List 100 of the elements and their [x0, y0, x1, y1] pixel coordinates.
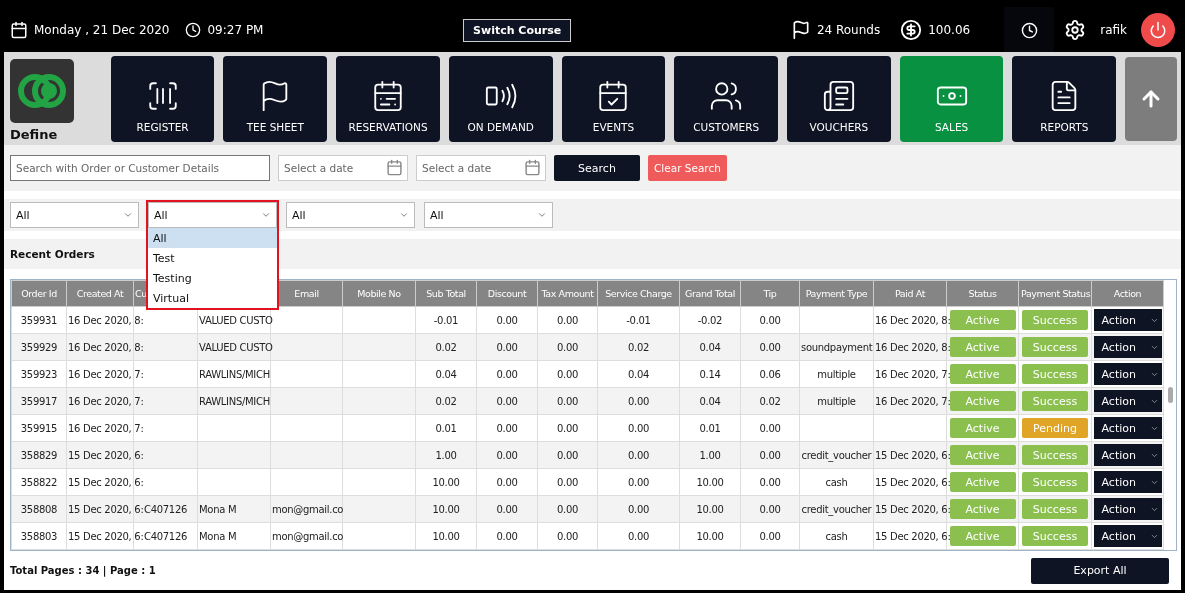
nav-tile[interactable]: TEE SHEET [223, 55, 328, 142]
table-cell: 358803 [20, 530, 58, 542]
table-cell: 0.01 [699, 422, 721, 434]
table-cell: 0.00 [627, 395, 650, 407]
column-header: Discount [476, 280, 538, 307]
status-badge: Active [949, 310, 1016, 330]
table-cell: 0.00 [496, 314, 518, 326]
status-badge: Active [949, 391, 1016, 411]
status-badge: Active [949, 445, 1016, 465]
payment-status-badge: Success [1022, 391, 1088, 411]
table-cell: 0.00 [496, 449, 518, 461]
date-text: Monday , 21 Dec 2020 [34, 23, 170, 37]
status-badge: Active [949, 472, 1016, 492]
power-button[interactable] [1141, 13, 1175, 47]
nav-tile[interactable]: EVENTS [561, 55, 666, 142]
action-dropdown[interactable]: Action [1093, 444, 1162, 466]
date-field[interactable]: Select a date [278, 155, 408, 181]
payment-status-badge: Success [1022, 472, 1088, 492]
table-cell: 1.00 [435, 449, 457, 461]
table-cell: 15 Dec 2020, 6: [875, 476, 951, 488]
status-badge: Active [949, 337, 1016, 357]
table-cell: 0.00 [496, 368, 518, 380]
table-cell: 0.00 [556, 314, 579, 326]
table-cell: VALUED CUSTO [199, 341, 273, 353]
nav-tile[interactable]: VOUCHERS [787, 55, 891, 142]
table-cell: 0.02 [627, 341, 650, 353]
table-cell: 15 Dec 2020, 6: [875, 503, 951, 515]
dropdown-option[interactable]: All [148, 228, 277, 248]
nav-tile[interactable]: RESERVATIONS [336, 55, 440, 142]
table-cell: RAWLINS/MICH [199, 395, 270, 407]
filter-dropdown[interactable]: All [10, 202, 139, 228]
table-cell: 0.00 [759, 503, 781, 515]
settings-icon[interactable] [1064, 19, 1087, 41]
table-cell: 15 Dec 2020, 6: [68, 530, 144, 542]
action-dropdown[interactable]: Action [1093, 498, 1162, 520]
calendar-icon[interactable] [524, 159, 541, 176]
table-cell: 15 Dec 2020, 6: [875, 449, 951, 461]
search-button[interactable]: Search [554, 155, 640, 181]
action-dropdown[interactable]: Action [1093, 309, 1162, 331]
caret-icon [399, 210, 409, 220]
table-cell: 0.04 [435, 368, 457, 380]
table-cell: 15 Dec 2020, 6: [68, 476, 144, 488]
nav-tile[interactable]: SALES [899, 55, 1004, 142]
table-cell: cash [825, 530, 848, 542]
date-field[interactable]: Select a date [416, 155, 546, 181]
table-cell: RAWLINS/MICH [199, 368, 270, 380]
calendar-icon [10, 21, 28, 39]
column-header: Created At [66, 280, 134, 307]
table-cell: credit_voucher [801, 503, 872, 515]
export-all-button[interactable]: Export All [1031, 557, 1169, 584]
table-cell: 10.00 [696, 530, 724, 542]
table-cell: 358808 [20, 503, 58, 515]
switch-course-button[interactable]: Switch Course [463, 18, 572, 42]
table-cell: 0.00 [556, 503, 579, 515]
search-field[interactable]: Search with Order or Customer Details [10, 155, 270, 181]
table-cell: 359929 [20, 341, 58, 353]
table-cell: 359931 [20, 314, 58, 326]
table-cell: multiple [817, 368, 856, 380]
time-text: 09:27 PM [207, 23, 264, 37]
table-cell: 0.00 [496, 476, 518, 488]
calendar-icon[interactable] [386, 159, 403, 176]
scroll-up-button[interactable] [1125, 56, 1178, 141]
nav-tile[interactable]: CUSTOMERS [674, 55, 779, 142]
table-cell: cash [825, 476, 848, 488]
nav-tile[interactable]: REGISTER [110, 55, 215, 142]
table-cell: Mona M [199, 530, 237, 542]
history-button[interactable] [1004, 7, 1055, 53]
table-cell: 16 Dec 2020, 8: [875, 314, 951, 326]
column-header: Service Charge [597, 280, 680, 307]
table-cell: Mona M [199, 503, 237, 515]
table-cell: -0.01 [433, 314, 459, 326]
table-cell: 0.00 [759, 341, 781, 353]
logo-label: Define [10, 127, 59, 142]
status-badge: Active [949, 418, 1016, 438]
clock-icon [1020, 21, 1038, 39]
action-dropdown[interactable]: Action [1093, 336, 1162, 358]
action-dropdown[interactable]: Action [1093, 525, 1162, 547]
nav-tile[interactable]: ON DEMAND [448, 55, 553, 142]
column-header: Sub Total [415, 280, 477, 307]
filter-dropdown[interactable]: All [148, 202, 277, 228]
table-cell: 0.00 [627, 422, 650, 434]
filter-dropdown[interactable]: All [286, 202, 415, 228]
action-dropdown[interactable]: Action [1093, 417, 1162, 439]
table-cell: 0.00 [627, 503, 650, 515]
action-dropdown[interactable]: Action [1093, 363, 1162, 385]
table-cell: 16 Dec 2020, 7: [875, 395, 951, 407]
column-header: Grand Total [679, 280, 741, 307]
filter-dropdown[interactable]: All [424, 202, 553, 228]
action-dropdown[interactable]: Action [1093, 390, 1162, 412]
table-cell: 0.00 [556, 530, 579, 542]
table-cell: 359915 [20, 422, 58, 434]
table-cell: 0.00 [556, 395, 579, 407]
table-cell: 0.06 [759, 368, 781, 380]
column-header: Paid At [873, 280, 947, 307]
table-cell: 0.04 [699, 395, 721, 407]
power-icon [1149, 21, 1167, 39]
scrollbar-thumb[interactable] [1167, 387, 1173, 403]
action-dropdown[interactable]: Action [1093, 471, 1162, 493]
nav-tile[interactable]: REPORTS [1012, 55, 1117, 142]
payment-status-badge: Success [1022, 337, 1088, 357]
